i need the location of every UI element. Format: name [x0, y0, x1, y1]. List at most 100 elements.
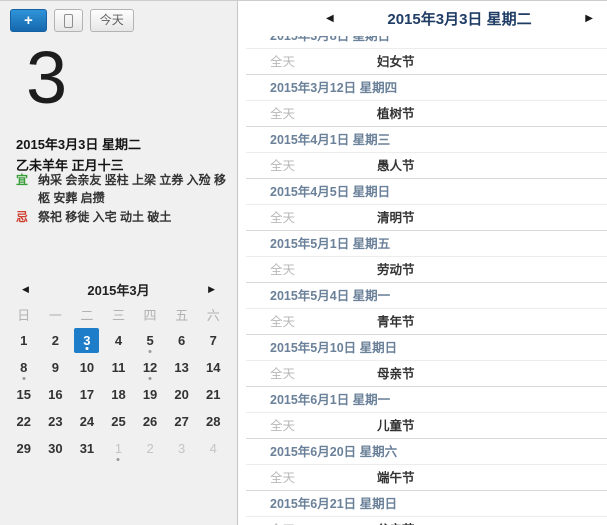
mini-day-number: 28	[201, 409, 226, 434]
mini-day-cell[interactable]: 16	[40, 381, 72, 408]
event-item[interactable]: 全天愚人节	[246, 152, 607, 178]
event-time-label: 全天	[246, 101, 377, 126]
plus-icon: +	[24, 12, 33, 29]
mini-day-cell[interactable]: 19	[134, 381, 166, 408]
prev-day-button[interactable]: ◀	[326, 13, 334, 24]
event-date-header[interactable]: 2015年5月1日 星期五	[246, 230, 607, 256]
mini-day-number: 4	[201, 436, 226, 461]
mini-day-cell[interactable]: 27	[166, 408, 198, 435]
event-item[interactable]: 全天儿童节	[246, 412, 607, 438]
mini-day-cell[interactable]: 8	[8, 354, 40, 381]
mini-day-number: 9	[43, 355, 68, 380]
mini-day-cell[interactable]: 4	[197, 435, 229, 462]
event-date-header[interactable]: 2015年3月12日 星期四	[246, 74, 607, 100]
mini-next-month-button[interactable]: ▶	[208, 284, 215, 295]
mini-day-cell[interactable]: 17	[71, 381, 103, 408]
mini-day-cell[interactable]: 22	[8, 408, 40, 435]
event-date-header[interactable]: 2015年6月20日 星期六	[246, 438, 607, 464]
ji-label: 忌	[16, 208, 30, 226]
mini-calendar: ◀ 2015年3月 ▶ 日一二三四五六 12345678910111213141…	[8, 277, 229, 462]
event-item[interactable]: 全天劳动节	[246, 256, 607, 282]
event-date-label: 2015年5月1日 星期五	[270, 237, 390, 251]
next-day-button[interactable]: ▶	[585, 13, 593, 24]
mini-day-cell[interactable]: 14	[197, 354, 229, 381]
mini-day-cell[interactable]: 1	[8, 327, 40, 354]
event-date-header[interactable]: 2015年3月8日 星期日	[246, 36, 607, 48]
event-time-label: 全天	[246, 413, 377, 438]
event-time-label: 全天	[246, 309, 377, 334]
left-panel: + 今天 3 2015年3月3日 星期二 乙未羊年 正月十三 宜 纳采 会亲友 …	[0, 1, 238, 525]
mini-day-cell[interactable]: 28	[197, 408, 229, 435]
mini-day-cell[interactable]: 25	[103, 408, 135, 435]
mini-day-cell[interactable]: 15	[8, 381, 40, 408]
event-date-header[interactable]: 2015年5月10日 星期日	[246, 334, 607, 360]
mini-day-number: 15	[11, 382, 36, 407]
mini-day-cell[interactable]: 30	[40, 435, 72, 462]
event-item[interactable]: 全天青年节	[246, 308, 607, 334]
mini-day-number: 6	[169, 328, 194, 353]
event-list-viewport[interactable]: 2015年3月8日 星期日全天妇女节2015年3月12日 星期四全天植树节201…	[246, 36, 607, 525]
mini-day-cell[interactable]: 7	[197, 327, 229, 354]
mini-day-cell[interactable]: 6	[166, 327, 198, 354]
event-title: 劳动节	[377, 257, 415, 282]
event-date-label: 2015年5月10日 星期日	[270, 341, 397, 355]
today-button[interactable]: 今天	[90, 9, 134, 32]
event-title: 青年节	[377, 309, 415, 334]
mini-day-cell[interactable]: 1	[103, 435, 135, 462]
mini-day-cell[interactable]: 3	[166, 435, 198, 462]
event-item[interactable]: 全天妇女节	[246, 48, 607, 74]
mini-day-number: 14	[201, 355, 226, 380]
event-title: 母亲节	[377, 361, 415, 386]
event-date-header[interactable]: 2015年6月1日 星期一	[246, 386, 607, 412]
mini-day-cell[interactable]: 29	[8, 435, 40, 462]
selected-date-text: 2015年3月3日 星期二	[16, 134, 141, 153]
event-title: 妇女节	[377, 49, 415, 74]
event-time-label: 全天	[246, 517, 377, 525]
mini-day-number: 11	[106, 355, 131, 380]
mini-day-cell[interactable]: 31	[71, 435, 103, 462]
event-date-header[interactable]: 2015年4月1日 星期三	[246, 126, 607, 152]
mini-prev-month-button[interactable]: ◀	[22, 284, 29, 295]
mini-day-number: 5	[138, 328, 163, 353]
weekday-row: 日一二三四五六	[8, 301, 229, 327]
mini-day-cell[interactable]: 23	[40, 408, 72, 435]
event-item[interactable]: 全天端午节	[246, 464, 607, 490]
mini-day-cell[interactable]: 2	[134, 435, 166, 462]
event-item[interactable]: 全天母亲节	[246, 360, 607, 386]
mini-day-cell[interactable]: 3	[71, 327, 103, 354]
mini-day-number: 2	[138, 436, 163, 461]
event-time-label: 全天	[246, 153, 377, 178]
event-item[interactable]: 全天清明节	[246, 204, 607, 230]
event-item[interactable]: 全天父亲节	[246, 516, 607, 525]
add-event-button[interactable]: +	[10, 9, 47, 32]
mini-day-number: 22	[11, 409, 36, 434]
mini-day-cell[interactable]: 5	[134, 327, 166, 354]
mini-day-number: 18	[106, 382, 131, 407]
event-date-header[interactable]: 2015年4月5日 星期日	[246, 178, 607, 204]
mini-day-cell[interactable]: 9	[40, 354, 72, 381]
weekday-label: 六	[197, 305, 229, 324]
yi-items: 纳采 会亲友 竖柱 上梁 立券 入殓 移柩 安葬 启攒	[38, 171, 229, 207]
mini-day-cell[interactable]: 26	[134, 408, 166, 435]
mini-day-number: 26	[138, 409, 163, 434]
mini-day-cell[interactable]: 13	[166, 354, 198, 381]
event-item[interactable]: 全天植树节	[246, 100, 607, 126]
device-sync-button[interactable]	[54, 9, 83, 32]
mini-day-number: 13	[169, 355, 194, 380]
mini-day-selected: 3	[74, 328, 99, 353]
mini-day-cell[interactable]: 2	[40, 327, 72, 354]
mini-day-cell[interactable]: 20	[166, 381, 198, 408]
mini-day-cell[interactable]: 18	[103, 381, 135, 408]
mini-day-cell[interactable]: 21	[197, 381, 229, 408]
toolbar: + 今天	[10, 9, 134, 32]
event-title: 端午节	[377, 465, 415, 490]
event-date-header[interactable]: 2015年6月21日 星期日	[246, 490, 607, 516]
event-date-label: 2015年3月8日 星期日	[270, 36, 390, 43]
mini-day-cell[interactable]: 4	[103, 327, 135, 354]
event-date-header[interactable]: 2015年5月4日 星期一	[246, 282, 607, 308]
mini-day-cell[interactable]: 11	[103, 354, 135, 381]
mini-day-cell[interactable]: 10	[71, 354, 103, 381]
mini-day-cell[interactable]: 12	[134, 354, 166, 381]
mini-day-number: 3	[169, 436, 194, 461]
mini-day-cell[interactable]: 24	[71, 408, 103, 435]
